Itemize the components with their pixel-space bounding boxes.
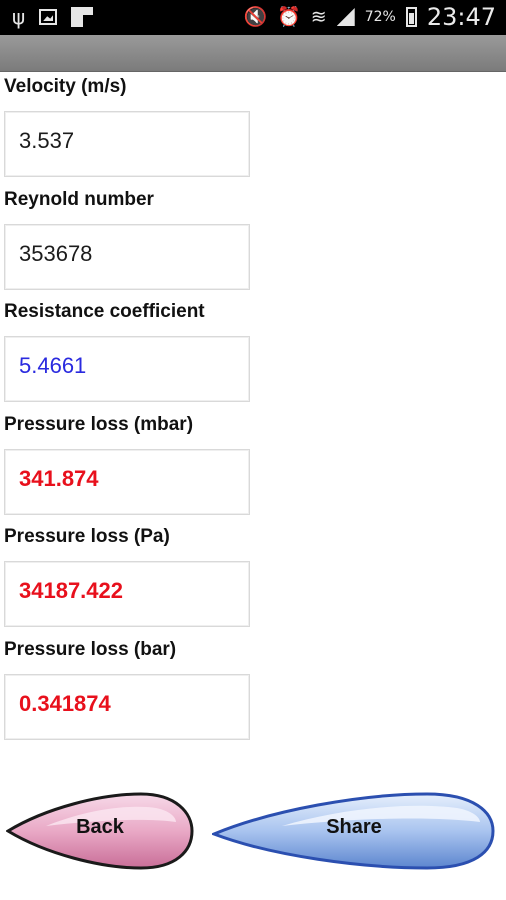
field-label: Resistance coefficient xyxy=(4,301,205,322)
velocity-value-box[interactable]: 3.537 xyxy=(4,111,250,177)
usb-icon: ψ xyxy=(12,5,26,29)
field-value: 5.4661 xyxy=(19,353,87,378)
signal-icon xyxy=(336,8,355,26)
field-label: Pressure loss (Pa) xyxy=(4,526,170,547)
share-button-label: Share xyxy=(326,816,382,838)
field-label: Pressure loss (bar) xyxy=(4,639,177,660)
field-value: 3.537 xyxy=(19,128,75,153)
back-button[interactable]: Back xyxy=(6,788,194,874)
field-value: 34187.422 xyxy=(19,578,123,603)
field-value: 0.341874 xyxy=(19,691,111,716)
alarm-icon: ⏰ xyxy=(277,6,301,28)
image-icon xyxy=(39,9,58,25)
battery-icon xyxy=(405,7,417,27)
field-label: Velocity (m/s) xyxy=(4,76,127,97)
share-button[interactable]: Share xyxy=(212,788,496,874)
battery-percent: 72% xyxy=(364,9,396,25)
reynold-number-value-box[interactable]: 353678 xyxy=(4,224,250,290)
resistance-coefficient-value-box[interactable]: 5.4661 xyxy=(4,336,250,402)
wifi-icon: ≋ xyxy=(310,6,327,28)
clock: 23:47 xyxy=(426,3,496,31)
app-title-bar xyxy=(0,35,506,72)
mute-icon: 🔇 xyxy=(243,6,268,28)
pressure-loss-mbar-value-box[interactable]: 341.874 xyxy=(4,449,250,515)
pressure-loss-pa-value-box[interactable]: 34187.422 xyxy=(4,561,250,627)
field-value: 341.874 xyxy=(19,466,99,491)
field-value: 353678 xyxy=(19,241,93,266)
field-label: Reynold number xyxy=(4,189,154,210)
status-bar: ψ 🔇 ⏰ ≋ 72% 23:47 xyxy=(0,0,506,35)
flipboard-icon xyxy=(71,7,94,27)
back-button-label: Back xyxy=(76,816,124,838)
field-label: Pressure loss (mbar) xyxy=(4,414,194,435)
pressure-loss-bar-value-box[interactable]: 0.341874 xyxy=(4,674,250,740)
